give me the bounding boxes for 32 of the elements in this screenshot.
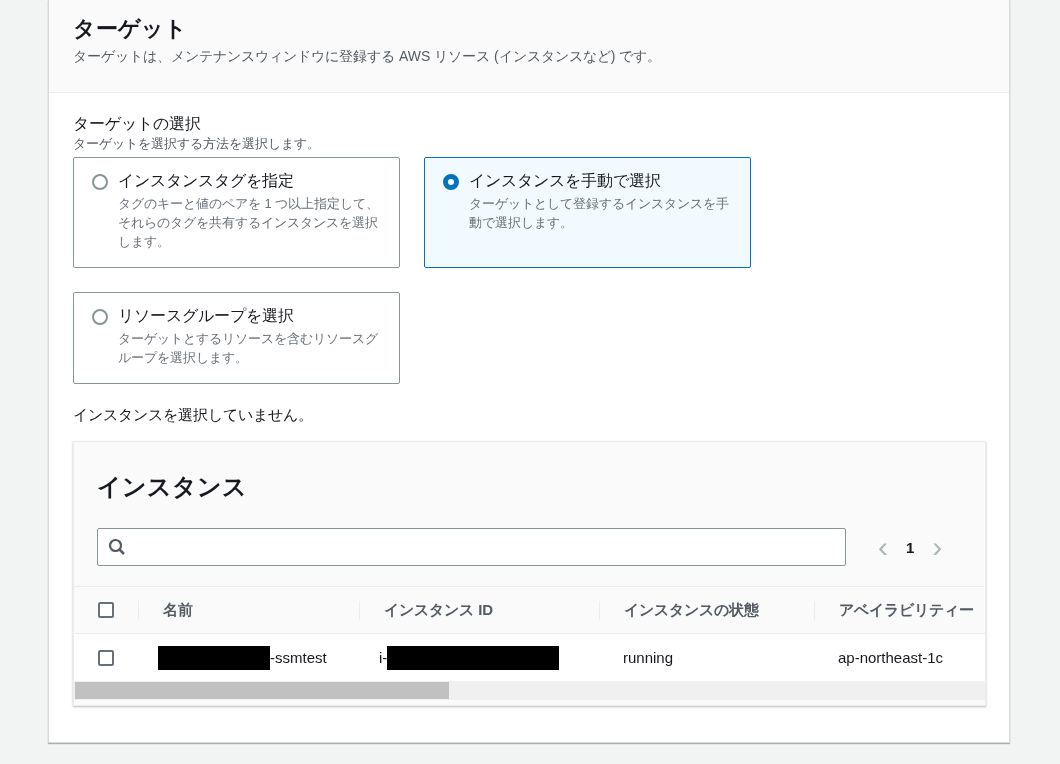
field-hint: ターゲットを選択する方法を選択します。 <box>73 135 321 153</box>
option-description: タグのキーと値のペアを 1 つ以上指定して、それらのタグを共有するインスタンスを選択します。 <box>118 195 381 251</box>
search-field[interactable] <box>97 528 846 566</box>
option-description: ターゲットとして登録するインスタンスを手動で選択します。 <box>469 195 730 232</box>
option-title: インスタンスを手動で選択 <box>469 171 662 191</box>
column-header[interactable]: アベイラビリティー <box>814 600 987 620</box>
table-cell: -ssmtest <box>270 649 327 666</box>
select-all-checkbox[interactable] <box>98 602 114 618</box>
panel-title: インスタンス <box>97 472 248 502</box>
column-header[interactable]: 名前 <box>138 600 359 620</box>
horizontal-scrollbar[interactable] <box>74 681 985 700</box>
column-header[interactable]: インスタンスの状態 <box>599 600 814 620</box>
option-title: リソースグループを選択 <box>118 306 295 326</box>
section-title: ターゲット <box>73 15 188 43</box>
radio-tile[interactable]: インスタンスタグを指定 タグのキーと値のペアを 1 つ以上指定して、それらのタグを共有するインスタンスを選択します。 <box>73 157 400 268</box>
search-icon <box>108 538 126 556</box>
radio-tile[interactable]: インスタンスを手動で選択 ターゲットとして登録するインスタンスを手動で選択します。 <box>424 157 751 268</box>
row-checkbox[interactable] <box>98 649 114 666</box>
section-description: ターゲットは、メンテナンスウィンドウに登録する AWS リソース (インスタンスなど) です。 <box>73 48 663 66</box>
column-header[interactable]: インスタンス ID <box>359 600 599 620</box>
radio-button[interactable] <box>92 309 108 325</box>
field-label: ターゲットの選択 <box>73 114 202 134</box>
option-description: ターゲットとするリソースを含むリソースグループを選択します。 <box>118 330 379 367</box>
status-message: インスタンスを選択していません。 <box>73 406 314 425</box>
table-cell: i- <box>379 649 388 666</box>
radio-tile[interactable]: リソースグループを選択 ターゲットとするリソースを含むリソースグループを選択します。 <box>73 292 400 384</box>
table-cell: ap-northeast-1c <box>838 649 944 666</box>
page-number[interactable]: 1 <box>906 538 915 556</box>
table-cell: running <box>623 649 674 666</box>
option-title: インスタンスタグを指定 <box>118 171 295 191</box>
radio-button[interactable] <box>92 174 108 190</box>
radio-button[interactable] <box>443 174 459 190</box>
